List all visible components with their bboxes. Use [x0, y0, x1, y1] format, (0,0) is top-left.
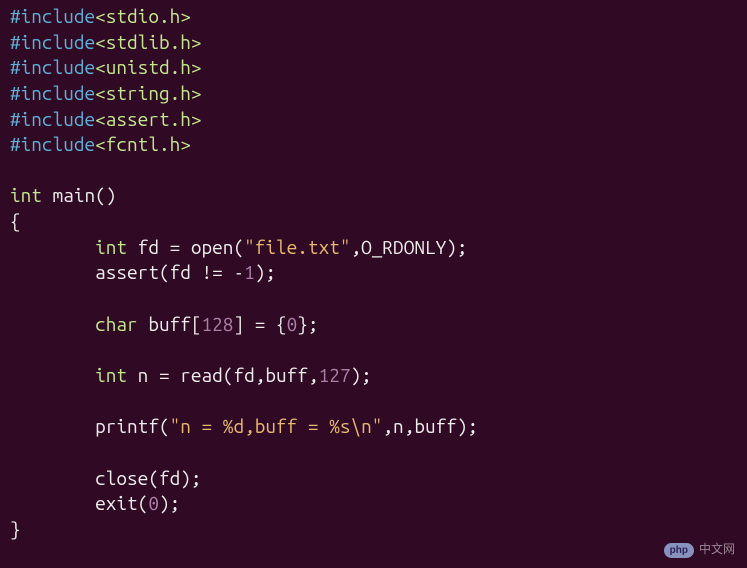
include-header: <unistd.h> — [95, 56, 201, 78]
type-keyword: int — [95, 236, 127, 258]
code-text: }; — [297, 313, 318, 335]
watermark-logo: php — [664, 543, 694, 559]
code-text: close(fd); — [95, 467, 201, 489]
code-text: ,O_RDONLY); — [351, 236, 468, 258]
type-keyword: char — [95, 313, 138, 335]
indent — [10, 364, 95, 386]
include-header: <assert.h> — [95, 108, 201, 130]
number-literal: 1 — [244, 261, 255, 283]
type-keyword: int — [95, 364, 127, 386]
code-text: ] = { — [233, 313, 286, 335]
code-text: printf( — [95, 415, 169, 437]
number-literal: 0 — [287, 313, 298, 335]
function-name: main() — [42, 184, 116, 206]
code-text: fd = open( — [127, 236, 244, 258]
include-directive: #include — [10, 108, 95, 130]
return-type: int — [10, 184, 42, 206]
include-header: <fcntl.h> — [95, 133, 191, 155]
include-directive: #include — [10, 56, 95, 78]
brace-close: } — [10, 518, 21, 540]
code-text: assert(fd != - — [95, 261, 244, 283]
number-literal: 0 — [148, 492, 159, 514]
code-text: n = read(fd,buff, — [127, 364, 319, 386]
number-literal: 128 — [202, 313, 234, 335]
brace-open: { — [10, 210, 21, 232]
include-header: <stdio.h> — [95, 5, 191, 27]
string-literal: "n = %d,buff = %s\n" — [170, 415, 383, 437]
include-header: <string.h> — [95, 82, 201, 104]
watermark-text: 中文网 — [699, 542, 735, 556]
code-text: ,n,buff); — [382, 415, 478, 437]
include-directive: #include — [10, 133, 95, 155]
watermark: php 中文网 — [664, 541, 735, 559]
indent — [10, 261, 95, 283]
indent — [10, 467, 95, 489]
code-editor: #include<stdio.h> #include<stdlib.h> #in… — [10, 4, 737, 542]
indent — [10, 313, 95, 335]
code-text: ); — [255, 261, 276, 283]
string-literal: "file.txt" — [244, 236, 350, 258]
indent — [10, 415, 95, 437]
indent — [10, 236, 95, 258]
code-text: buff[ — [138, 313, 202, 335]
include-header: <stdlib.h> — [95, 31, 201, 53]
include-directive: #include — [10, 5, 95, 27]
code-text: ); — [159, 492, 180, 514]
include-directive: #include — [10, 31, 95, 53]
code-text: ); — [351, 364, 372, 386]
include-directive: #include — [10, 82, 95, 104]
number-literal: 127 — [319, 364, 351, 386]
code-text: exit( — [95, 492, 148, 514]
indent — [10, 492, 95, 514]
